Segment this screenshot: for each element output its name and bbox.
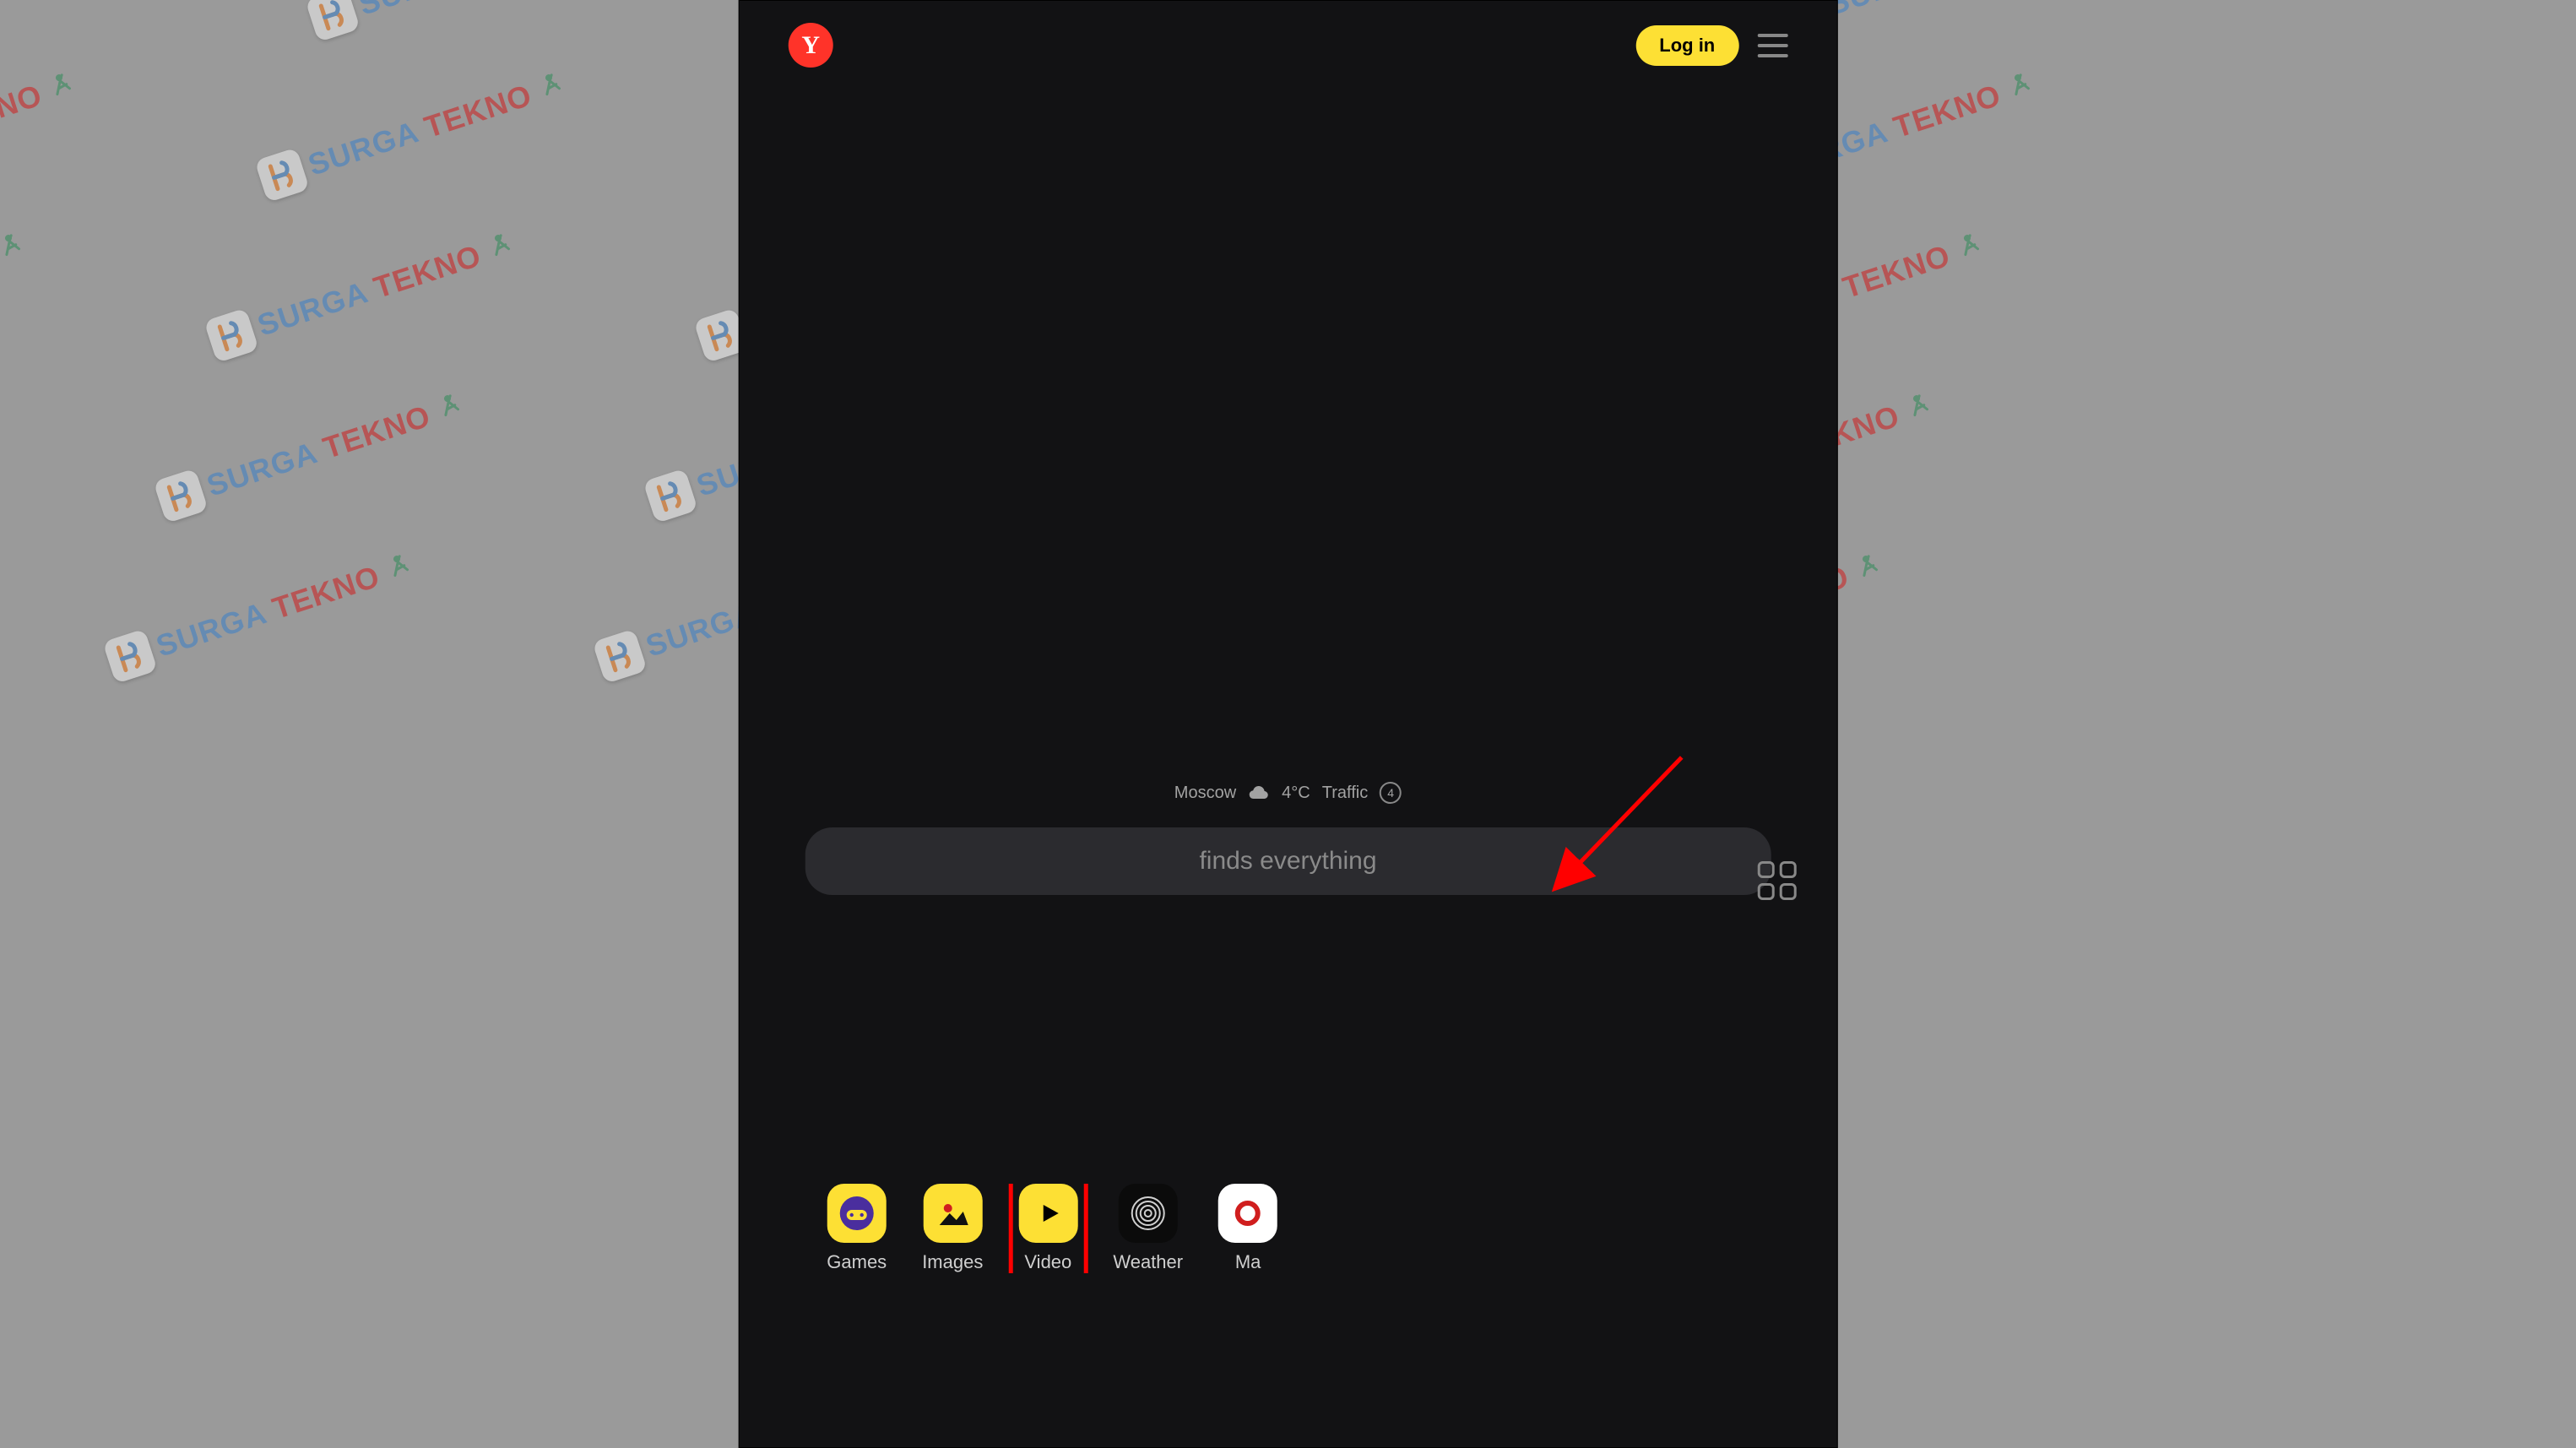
- shortcut-video[interactable]: Video: [1018, 1184, 1077, 1273]
- shortcut-label: Video: [1024, 1251, 1071, 1273]
- yandex-logo-icon[interactable]: Y: [789, 23, 833, 68]
- shortcut-label: Games: [827, 1251, 887, 1273]
- shortcut-games[interactable]: Games: [827, 1184, 887, 1273]
- watermark-tile: SURGA TEKNO: [0, 221, 35, 363]
- watermark-logo-icon: [102, 628, 158, 684]
- watermark-logo-icon: [254, 147, 310, 203]
- watermark-text: SURGA TEKNO: [253, 238, 485, 344]
- weather-cloud-icon: [1248, 784, 1270, 801]
- games-icon: [827, 1184, 887, 1243]
- watermark-text: SURGA TEKNO: [152, 559, 384, 664]
- shortcut-maps[interactable]: Ma: [1218, 1184, 1277, 1273]
- temperature-label[interactable]: 4°C: [1282, 784, 1310, 803]
- shortcut-label: Images: [922, 1251, 983, 1273]
- topbar-right: Log in: [1635, 25, 1787, 66]
- watermark-logo-icon: [643, 468, 698, 523]
- shortcut-label: Weather: [1113, 1251, 1183, 1273]
- watermark-man-icon: [1849, 547, 1891, 589]
- watermark-text: SURGA TEKNO: [355, 0, 587, 23]
- video-icon: [1018, 1184, 1077, 1243]
- topbar: Y Log in: [739, 1, 1837, 89]
- watermark-man-icon: [481, 226, 523, 268]
- watermark-tile: SURGA TEKNO: [254, 61, 576, 203]
- traffic-label[interactable]: Traffic: [1322, 784, 1368, 803]
- search-placeholder: finds everything: [1199, 847, 1376, 876]
- traffic-level-badge[interactable]: 4: [1380, 782, 1402, 804]
- watermark-man-icon: [0, 226, 34, 268]
- shortcut-images[interactable]: Images: [922, 1184, 983, 1273]
- info-line: Moscow 4°C Traffic 4: [739, 782, 1837, 804]
- watermark-text: SURGA TEKNO: [304, 78, 536, 183]
- watermark-tile: SURGA TEKNO: [0, 61, 86, 203]
- all-services-icon[interactable]: [1758, 861, 1797, 900]
- watermark-logo-icon: [153, 468, 209, 523]
- watermark-man-icon: [532, 66, 574, 108]
- watermark-logo-icon: [305, 0, 361, 42]
- images-icon: [923, 1184, 982, 1243]
- city-label[interactable]: Moscow: [1174, 784, 1236, 803]
- watermark-logo-icon: [592, 628, 648, 684]
- weather-icon: [1119, 1184, 1178, 1243]
- menu-icon[interactable]: [1757, 34, 1787, 57]
- watermark-text: SURGA TEKNO: [203, 399, 435, 504]
- watermark-man-icon: [380, 547, 422, 589]
- watermark-man-icon: [2001, 66, 2043, 108]
- watermark-text: SURGA TEKNO: [0, 78, 46, 183]
- shortcut-label: Ma: [1235, 1251, 1261, 1273]
- watermark-man-icon: [1950, 226, 1993, 268]
- login-button[interactable]: Log in: [1635, 25, 1738, 66]
- phone-screen: Y Log in Moscow 4°C Traffic 4 finds ever…: [738, 0, 1838, 1448]
- watermark-man-icon: [42, 66, 84, 108]
- watermark-tile: SURGA TEKNO: [0, 0, 137, 42]
- shortcut-row: Games Images Video Weather Ma: [739, 1184, 1837, 1273]
- watermark-logo-icon: [203, 307, 259, 363]
- watermark-man-icon: [1900, 387, 1942, 429]
- maps-icon: [1218, 1184, 1277, 1243]
- watermark-tile: SURGA TEKNO: [153, 382, 475, 523]
- watermark-text: SURGA TEKNO: [0, 0, 97, 23]
- yandex-logo-letter: Y: [801, 31, 820, 60]
- watermark-tile: SURGA TEKNO: [305, 0, 626, 42]
- mid-section: Moscow 4°C Traffic 4 finds everything: [739, 782, 1837, 895]
- watermark-text: SURGA TEKNO: [1824, 0, 2056, 23]
- watermark-man-icon: [431, 387, 473, 429]
- shortcut-weather[interactable]: Weather: [1113, 1184, 1183, 1273]
- watermark-tile: SURGA TEKNO: [203, 221, 525, 363]
- watermark-tile: SURGA TEKNO: [102, 542, 424, 684]
- search-input[interactable]: finds everything: [805, 827, 1771, 895]
